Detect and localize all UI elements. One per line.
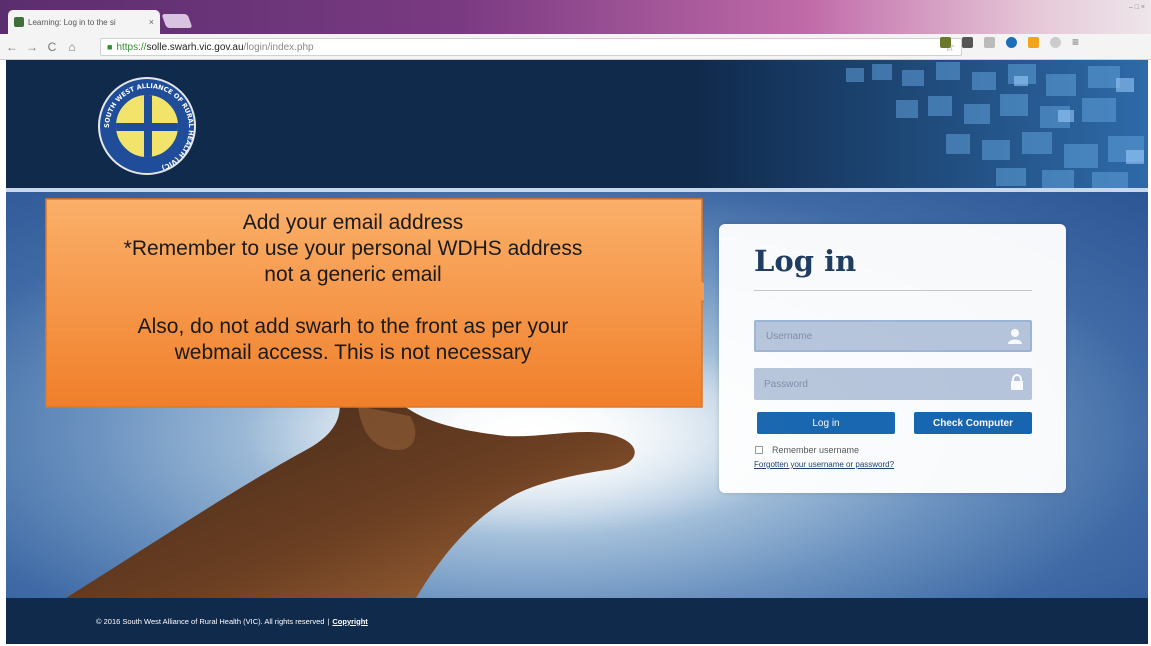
back-arrow-icon[interactable]: ← — [4, 40, 20, 54]
window-controls[interactable]: – □ × — [1129, 4, 1145, 11]
forgot-credentials-link[interactable]: Forgotten your username or password? — [754, 460, 894, 469]
lock-icon: ■ — [107, 42, 113, 52]
username-placeholder: Username — [766, 330, 813, 342]
password-input[interactable]: Password — [754, 368, 1032, 400]
copyright-text: © 2016 South West Alliance of Rural Heal… — [96, 616, 325, 626]
header-mosaic-image — [696, 60, 1148, 188]
extension-print-icon[interactable] — [984, 37, 995, 48]
logo-cross — [114, 93, 180, 159]
login-title: Log in — [754, 244, 857, 278]
callout-spacer — [44, 288, 662, 314]
new-tab-button[interactable] — [161, 14, 193, 28]
swarh-logo[interactable]: SOUTH WEST ALLIANCE OF RURAL HEALTH (VIC… — [98, 77, 196, 175]
callout-text: Add your email address *Remember to use … — [44, 210, 662, 366]
browser-chrome: Learning: Log in to the si × – □ × ← → C… — [0, 0, 1151, 60]
url-input[interactable]: ■ https:// solle.swarh.vic.gov.au /login… — [100, 38, 962, 56]
url-host: solle.swarh.vic.gov.au — [146, 41, 244, 53]
browser-tab[interactable]: Learning: Log in to the si × — [8, 10, 160, 34]
extension-orange-icon[interactable] — [1028, 37, 1039, 48]
site-header: SOUTH WEST ALLIANCE OF RURAL HEALTH (VIC… — [6, 60, 1148, 188]
url-path: /login/index.php — [243, 41, 314, 53]
check-computer-button[interactable]: Check Computer — [914, 412, 1032, 434]
login-panel: Log in Username Password Log in Check Co… — [719, 224, 1066, 493]
site-footer: © 2016 South West Alliance of Rural Heal… — [6, 598, 1148, 644]
remember-username[interactable]: Remember username — [755, 445, 859, 455]
callout-line-4: Also, do not add swarh to the front as p… — [137, 315, 569, 338]
url-scheme: https:// — [116, 41, 147, 53]
callout-line-5: webmail access. This is not necessary — [174, 341, 532, 364]
close-tab-icon[interactable]: × — [149, 17, 154, 27]
padlock-icon — [1011, 374, 1023, 390]
callout-line-3: not a generic email — [264, 263, 442, 286]
forward-arrow-icon[interactable]: → — [24, 40, 40, 54]
callout-line-2: *Remember to use your personal WDHS addr… — [123, 237, 583, 260]
password-placeholder: Password — [764, 378, 808, 390]
copyright-link[interactable]: Copyright — [332, 617, 367, 626]
home-icon[interactable]: ⌂ — [64, 40, 80, 54]
extension-icons: ≡ — [940, 36, 1079, 48]
favicon-icon — [14, 17, 24, 27]
login-divider — [754, 290, 1032, 291]
extension-globe-icon[interactable] — [1006, 37, 1017, 48]
footer-separator: | — [327, 616, 330, 626]
extension-circle-icon[interactable] — [1050, 37, 1061, 48]
login-button[interactable]: Log in — [757, 412, 895, 434]
tab-title: Learning: Log in to the si — [28, 17, 116, 27]
remember-checkbox[interactable] — [755, 446, 763, 454]
extension-square-icon[interactable] — [962, 37, 973, 48]
callout-line-1: Add your email address — [242, 211, 464, 234]
user-icon — [1008, 329, 1022, 344]
remember-label: Remember username — [772, 445, 860, 455]
menu-icon[interactable]: ≡ — [1072, 36, 1079, 48]
reload-icon[interactable]: C — [44, 40, 60, 54]
username-input[interactable]: Username — [754, 320, 1032, 352]
tab-strip: Learning: Log in to the si × – □ × — [0, 0, 1151, 34]
extension-pen-icon[interactable] — [940, 37, 951, 48]
